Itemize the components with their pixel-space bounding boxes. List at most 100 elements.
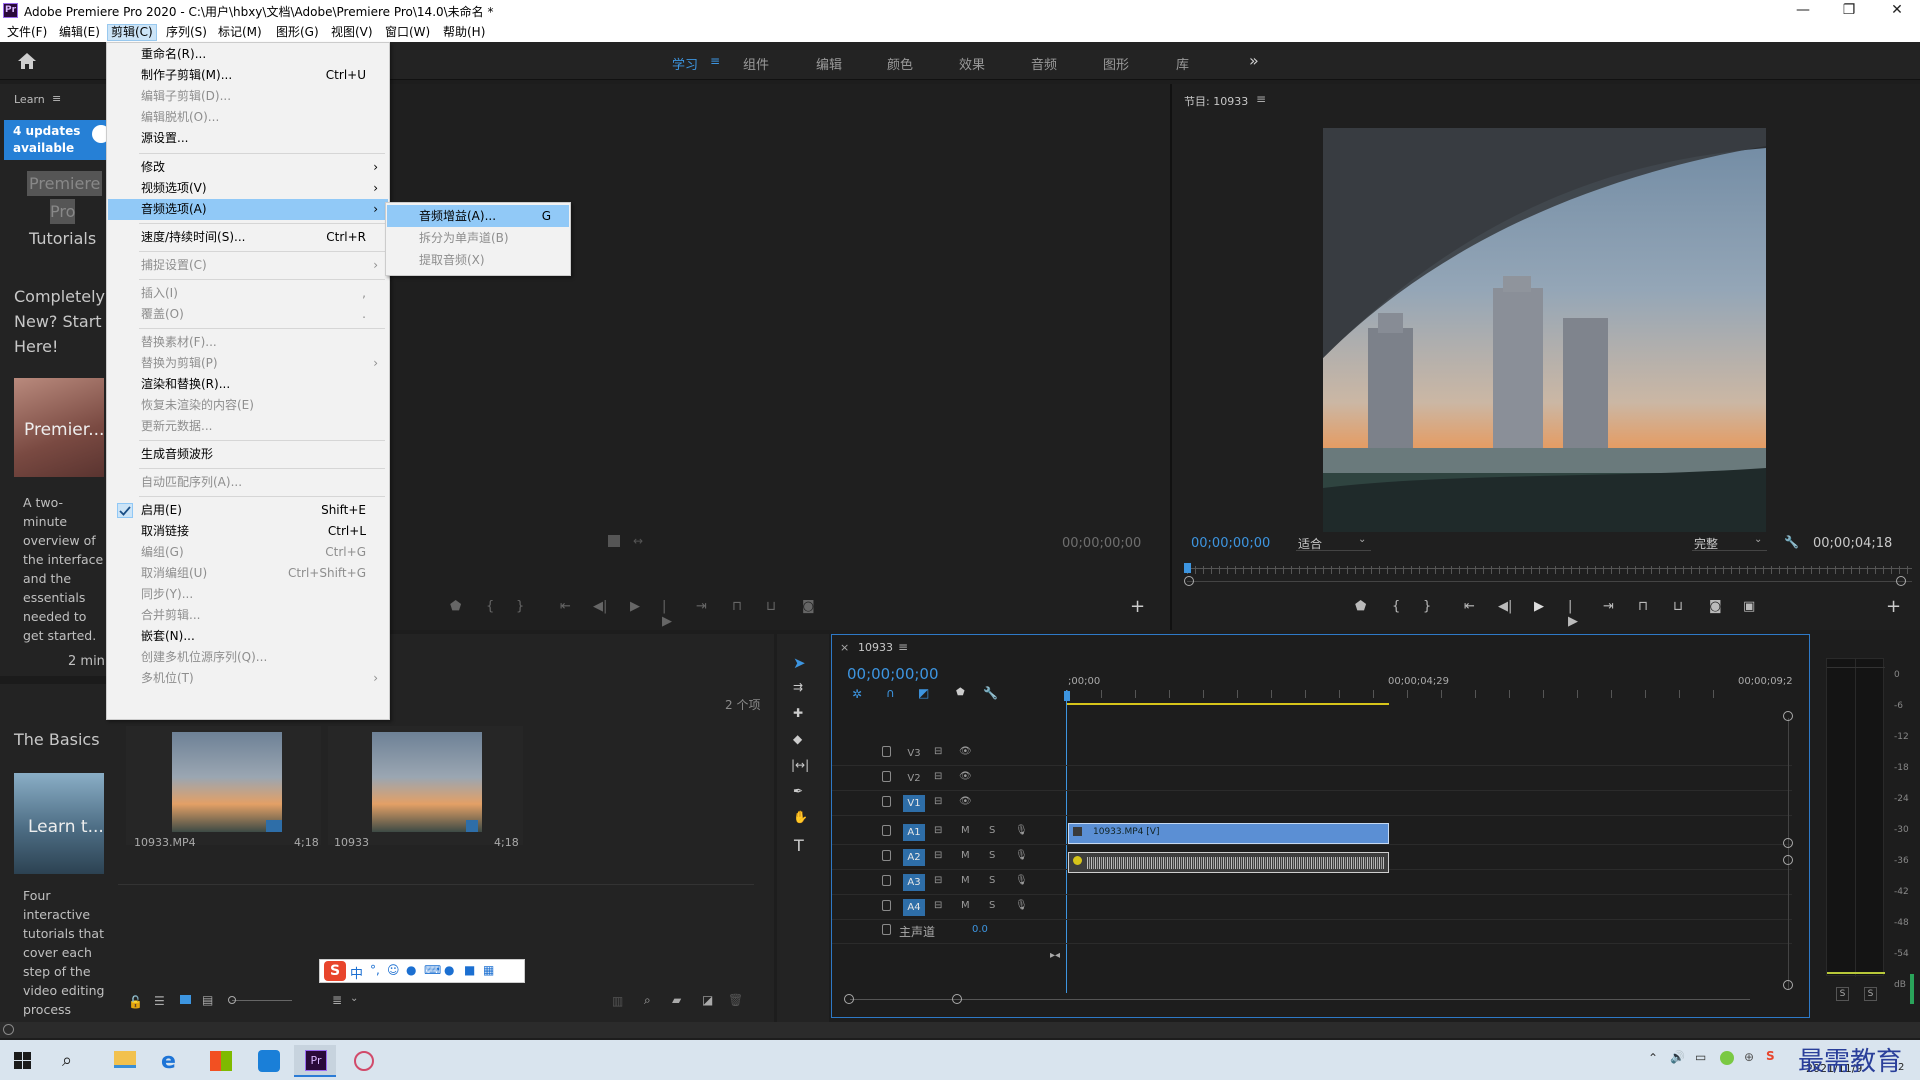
step-back-icon[interactable]: ◀| — [593, 599, 607, 614]
export-frame-icon[interactable]: ◙ — [802, 599, 815, 614]
meter-solo-left[interactable]: S — [1836, 987, 1849, 1001]
track-v3[interactable]: V3 ⊟ 👁 — [832, 741, 1065, 765]
track-v2[interactable]: V2 ⊟ 👁 — [832, 766, 1065, 790]
project-thumbnail[interactable] — [372, 732, 482, 832]
menu-item-capture-settings[interactable]: 捕捉设置(C) › — [108, 255, 388, 276]
source-add-button-icon[interactable]: + — [1130, 596, 1145, 617]
program-header[interactable]: 节目: 10933 — [1184, 93, 1248, 109]
ime-emoji-icon[interactable]: ☺ — [387, 963, 400, 977]
new-item-icon[interactable]: ◪ — [702, 993, 713, 1007]
menu-item-synchronize[interactable]: 同步(Y)... — [108, 584, 388, 605]
menu-item-source-settings[interactable]: 源设置... — [108, 128, 388, 149]
tray-app-icon[interactable] — [1720, 1051, 1734, 1065]
zoom-select[interactable]: 适合 ⌄ — [1296, 534, 1371, 551]
timeline-playhead[interactable] — [1066, 690, 1067, 993]
trash-icon[interactable]: 🗑 — [728, 993, 743, 1007]
linked-selection-icon[interactable]: ◩ — [918, 686, 929, 700]
menu-clip[interactable]: 剪辑(C) — [107, 24, 157, 41]
track-select-tool-icon[interactable]: ⇉ — [793, 680, 803, 694]
menu-markers[interactable]: 标记(M) — [215, 24, 265, 41]
menu-item-rename[interactable]: 重命名(R)... — [108, 44, 388, 65]
windows-start-icon[interactable] — [14, 1052, 31, 1069]
work-area-bar[interactable] — [1067, 703, 1389, 705]
minimize-icon[interactable]: — — [1786, 0, 1820, 22]
search-icon[interactable]: ⌕ — [62, 1050, 72, 1071]
master-track[interactable]: 主声道 0.0 — [832, 919, 1065, 943]
nest-icon[interactable]: ✲ — [852, 687, 862, 701]
updates-plus-icon[interactable] — [92, 125, 106, 143]
step-back-icon[interactable]: ◀| — [1498, 599, 1512, 614]
menu-item-merge-clips[interactable]: 合并剪辑... — [108, 605, 388, 626]
out-point-icon[interactable]: } — [516, 599, 524, 614]
menu-item-multicam[interactable]: 多机位(T) › — [108, 668, 388, 689]
list-view-icon[interactable]: ☰ — [154, 994, 165, 1008]
workspace-learn-menu-icon[interactable]: ≡ — [710, 54, 720, 68]
menu-item-multicam-source[interactable]: 创建多机位源序列(Q)... — [108, 647, 388, 668]
pen-tool-icon[interactable]: ✒ — [793, 784, 803, 798]
automate-icon[interactable]: ▥ — [612, 994, 623, 1008]
play-icon[interactable]: ▶ — [630, 599, 640, 614]
home-icon[interactable] — [17, 52, 37, 70]
menu-item-overwrite[interactable]: 覆盖(O). — [108, 304, 388, 325]
track-a1[interactable]: A1 ⊟ M S 🎙 — [832, 820, 1065, 844]
workspace-color[interactable]: 颜色 — [887, 54, 913, 73]
file-explorer-icon[interactable] — [102, 1045, 144, 1077]
go-out-icon[interactable]: ⇥ — [1603, 599, 1614, 614]
go-in-icon[interactable]: ⇤ — [560, 599, 571, 614]
marker-icon[interactable]: ⬟ — [450, 599, 461, 614]
step-forward-icon[interactable]: |▶ — [662, 599, 672, 629]
add-marker-icon[interactable]: ⬟ — [956, 687, 965, 698]
ime-toolbox-icon[interactable]: ▦ — [483, 963, 494, 977]
menu-item-edit-subclip[interactable]: 编辑子剪辑(D)... — [108, 86, 388, 107]
menu-item-edit-offline[interactable]: 编辑脱机(O)... — [108, 107, 388, 128]
extract-icon[interactable]: ⊔ — [1673, 599, 1683, 614]
menu-item-replace-footage[interactable]: 替换素材(F)... — [108, 332, 388, 353]
in-point-icon[interactable]: { — [486, 599, 494, 614]
ime-user-icon[interactable]: ● — [444, 963, 454, 977]
app-icon[interactable] — [246, 1045, 288, 1077]
menu-item-enable[interactable]: 启用(E) Shift+E — [108, 500, 388, 521]
menu-item-unlink[interactable]: 取消链接 Ctrl+L — [108, 521, 388, 542]
razor-tool-icon[interactable]: ◆ — [793, 732, 802, 746]
thumbnail-size-slider[interactable] — [232, 1000, 292, 1001]
workspace-libraries[interactable]: 库 — [1176, 54, 1189, 73]
hand-tool-icon[interactable]: ✋ — [793, 810, 808, 824]
track-v1[interactable]: V1 ⊟ 👁 — [832, 791, 1065, 815]
timeline-hscroll[interactable] — [850, 999, 1750, 1000]
lift-icon[interactable]: ⊓ — [1638, 599, 1648, 614]
tutorial-card-thumbnail[interactable]: Premier... — [14, 378, 104, 477]
compare-icon[interactable]: ▣ — [1743, 599, 1755, 614]
snap-icon[interactable]: ∩ — [886, 686, 895, 700]
workspace-editing[interactable]: 编辑 — [816, 54, 842, 73]
master-expand-icon[interactable]: ▸◂ — [1050, 950, 1060, 961]
meter-scrollbar[interactable] — [1910, 974, 1914, 1004]
menu-item-nest[interactable]: 嵌套(N)... — [108, 626, 388, 647]
meter-solo-right[interactable]: S — [1864, 987, 1877, 1001]
out-point-icon[interactable]: } — [1423, 599, 1431, 614]
menu-graphics[interactable]: 图形(G) — [273, 24, 322, 41]
menu-view[interactable]: 视图(V) — [328, 24, 376, 41]
menu-item-split-mono[interactable]: 拆分为单声道(B) — [387, 227, 569, 249]
media-app-icon[interactable] — [342, 1045, 384, 1077]
menu-item-modify[interactable]: 修改 › — [108, 157, 388, 178]
program-menu-icon[interactable]: ≡ — [1256, 92, 1266, 106]
go-in-icon[interactable]: ⇤ — [1464, 599, 1475, 614]
go-out-icon[interactable]: ⇥ — [696, 599, 707, 614]
play-icon[interactable]: ▶ — [1534, 599, 1544, 614]
project-item[interactable]: 10933 4;18 — [328, 726, 523, 849]
new-bin-icon[interactable]: ▰ — [672, 993, 681, 1007]
type-tool-icon[interactable]: T — [794, 836, 804, 855]
menu-item-insert[interactable]: 插入(I), — [108, 283, 388, 304]
freeform-view-icon[interactable]: ▤ — [202, 993, 213, 1007]
program-timecode[interactable]: 00;00;00;00 — [1191, 536, 1270, 551]
slip-tool-icon[interactable]: |↔| — [791, 758, 809, 772]
workspace-learn[interactable]: 学习 — [672, 54, 698, 73]
store-icon[interactable] — [198, 1045, 240, 1077]
ripple-edit-tool-icon[interactable]: ✚ — [793, 706, 803, 720]
menu-item-make-subclip[interactable]: 制作子剪辑(M)... Ctrl+U — [108, 65, 388, 86]
notification-badge[interactable]: 2 — [1898, 1062, 1904, 1073]
menu-item-replace-with-clip[interactable]: 替换为剪辑(P) › — [108, 353, 388, 374]
basics-card-thumbnail[interactable]: Learn t... — [14, 773, 104, 874]
workspace-audio[interactable]: 音频 — [1031, 54, 1057, 73]
workspace-graphics[interactable]: 图形 — [1103, 54, 1129, 73]
